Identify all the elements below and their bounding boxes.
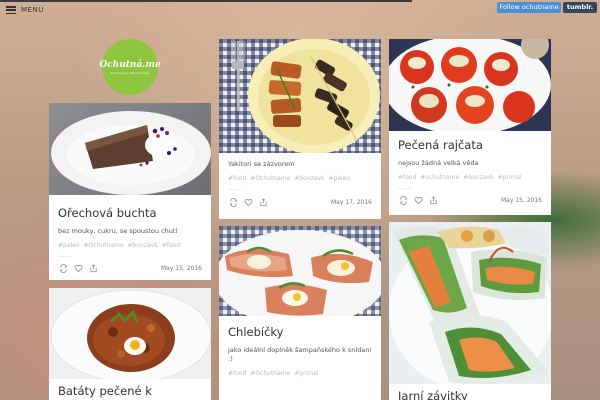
post-date[interactable]: May 17, 2016 [331,199,372,206]
post-title[interactable]: Chlebíčky [228,325,372,340]
reblog-icon[interactable] [228,197,238,207]
post-actions: May 15, 2016 [398,196,542,206]
post-caption: bez mouky, cukru, se spoustou chutí [58,226,178,235]
tag-link[interactable]: #paleo [329,175,351,182]
post-card[interactable]: Jarní závitky [389,222,551,400]
heart-icon[interactable] [413,196,423,206]
tag-link[interactable]: #food [162,242,180,249]
post-photo-canapes[interactable] [219,226,381,316]
post-title[interactable]: Ořechová buchta [58,206,202,221]
card-divider [58,255,72,257]
sweet-potato-plate-image [50,289,211,379]
post-caption: nejsou žádná velká věda [398,158,479,167]
card-divider [398,187,412,189]
tag-link[interactable]: #Ochutname [250,370,290,377]
tag-link[interactable]: #bonzavk [294,175,324,182]
spring-rolls-plate-image [389,226,551,384]
heart-icon[interactable] [243,197,253,207]
tag-link[interactable]: #Ochutname [84,242,124,249]
yakitori-plate-image [231,39,380,153]
post-photo-spring-rolls[interactable] [389,222,551,384]
logo-tagline: Food blog z naší kuchyně [111,70,149,75]
post-title[interactable]: Batáty pečené k kuřetem a [58,384,202,400]
menu-label: MENU [21,6,44,14]
post-card[interactable]: Pečená rajčata nejsou žádná velká věda #… [389,39,551,215]
tag-link[interactable]: #ochutname [420,174,459,181]
tag-link[interactable]: #food [228,370,246,377]
baked-tomatoes-plate-image [389,39,551,131]
hamburger-icon [6,6,16,14]
post-tags: #food #Ochutname #bonzavk #paleo [228,175,372,182]
tag-link[interactable]: #bonzavk [128,242,158,249]
post-caption: Yakitori se zázvorem [228,160,295,168]
post-card[interactable]: Yakitori se zázvorem #food #Ochutname #bon… [219,39,381,219]
logo-text: Ochutná.me [99,59,161,70]
post-tags: #food #ochutname #bonzavk #primal [398,174,542,181]
tag-link[interactable]: #paleo [58,242,80,249]
tag-link[interactable]: #bonzavk [463,174,493,181]
cake-plate-image [51,111,211,195]
post-photo-baked-tomatoes[interactable] [389,39,551,131]
tumblr-button[interactable]: tumblr. [563,2,597,13]
post-date[interactable]: May 15, 2016 [161,265,202,272]
tag-link[interactable]: #food [398,174,416,181]
menu-button[interactable]: MENU [6,6,44,14]
post-caption: jako ideální doplněk šampaňského k snída… [228,345,372,363]
blog-logo[interactable]: Ochutná.me Food blog z naší kuchyně [99,39,161,95]
post-card[interactable]: Ořechová buchta bez mouky, cukru, se spo… [49,103,211,280]
tag-link[interactable]: #food [228,175,246,182]
post-actions: May 15, 2016 [58,264,202,274]
share-icon[interactable] [258,197,268,207]
reblog-icon[interactable] [58,264,68,274]
reblog-icon[interactable] [398,196,408,206]
post-tags: #food #Ochutname #primal [228,370,372,377]
heart-icon[interactable] [73,264,83,274]
post-photo-nut-cake[interactable] [49,103,211,195]
share-icon[interactable] [88,264,98,274]
tag-link[interactable]: #Ochutname [250,175,290,182]
share-icon[interactable] [428,196,438,206]
post-title[interactable]: Jarní závitky [398,389,542,400]
post-title[interactable]: Pečená rajčata [398,138,542,153]
follow-button[interactable]: Follow ochutname [497,2,561,13]
post-date[interactable]: May 15, 2016 [501,197,542,204]
post-tags: #paleo #Ochutname #bonzavk #food [58,242,202,249]
top-border-line [0,0,412,2]
canapes-plate-image [219,230,381,316]
post-photo-sweet-potato[interactable] [49,288,211,379]
post-card[interactable]: Chlebíčky jako ideální doplněk šampaňské… [219,226,381,400]
post-actions: May 17, 2016 [228,197,372,207]
tag-link[interactable]: #primal [497,174,521,181]
tag-link[interactable]: #primal [294,370,318,377]
post-photo-yakitori[interactable] [219,39,381,153]
card-divider [228,189,242,191]
post-card[interactable]: Batáty pečené k kuřetem a [49,288,211,400]
